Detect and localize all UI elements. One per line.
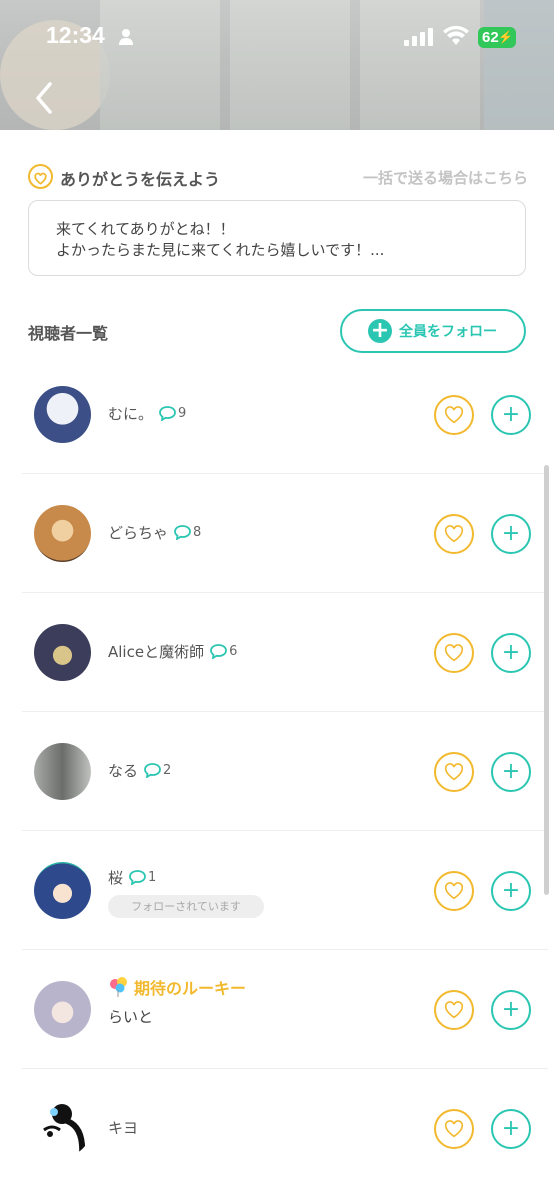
scrollbar[interactable] xyxy=(544,465,549,895)
viewer-row[interactable]: 桜 1 フォローされています + xyxy=(22,831,548,950)
follow-button[interactable]: + xyxy=(491,395,531,435)
rookie-label: 期待のルーキー xyxy=(134,979,247,998)
comment-icon xyxy=(174,525,191,540)
charging-icon: ⚡ xyxy=(498,30,513,44)
comment-icon xyxy=(129,870,146,885)
viewer-name-line: 桜 1 xyxy=(108,867,156,888)
comment-count: 8 xyxy=(193,525,202,540)
battery-level: 62 xyxy=(482,29,499,46)
viewer-name-line: どらちゃ 8 xyxy=(108,522,201,543)
viewer-name: Aliceと魔術師 xyxy=(108,643,205,661)
status-bar: 12:34 62 ⚡ xyxy=(0,0,554,72)
plus-icon: + xyxy=(368,319,392,343)
viewer-row[interactable]: なる 2 + xyxy=(22,712,548,831)
avatar[interactable] xyxy=(34,981,91,1038)
heart-button[interactable] xyxy=(434,871,474,911)
heart-button[interactable] xyxy=(434,752,474,792)
heart-button[interactable] xyxy=(434,514,474,554)
viewer-name-line: Aliceと魔術師 6 xyxy=(108,641,237,662)
heart-button[interactable] xyxy=(434,990,474,1030)
cellular-signal-icon xyxy=(404,28,433,46)
viewers-list-title: 視聴者一覧 xyxy=(28,324,109,343)
viewer-name: キヨ xyxy=(108,1119,139,1137)
heart-icon xyxy=(28,164,53,189)
rookie-line: 期待のルーキー xyxy=(108,975,246,999)
message-line: 来てくれてありがとね！！ xyxy=(56,220,235,238)
viewer-name-line: キヨ xyxy=(108,1117,138,1138)
heart-button[interactable] xyxy=(434,633,474,673)
viewer-name-line: なる 2 xyxy=(108,760,171,781)
comment-count: 1 xyxy=(148,870,157,885)
follow-button[interactable]: + xyxy=(491,1109,531,1149)
thanks-header: ありがとうを伝えよう 一括で送る場合はこちら xyxy=(28,164,528,190)
viewer-name: 桜 xyxy=(108,869,124,887)
follow-button[interactable]: + xyxy=(491,871,531,911)
avatar[interactable] xyxy=(34,743,91,800)
comment-icon xyxy=(210,644,227,659)
avatar[interactable] xyxy=(34,1100,91,1157)
viewer-name-line: むに。 9 xyxy=(108,403,186,424)
heart-button[interactable] xyxy=(434,1109,474,1149)
comment-count: 2 xyxy=(163,763,172,778)
viewer-row[interactable]: どらちゃ 8 + xyxy=(22,474,548,593)
follow-button[interactable]: + xyxy=(491,990,531,1030)
battery-indicator: 62 ⚡ xyxy=(478,27,516,48)
thanks-message-field[interactable]: 来てくれてありがとね！！ よかったらまた見に来てくれたら嬉しいです！... xyxy=(28,200,526,276)
wifi-icon xyxy=(443,26,469,45)
back-button[interactable] xyxy=(30,78,60,118)
viewer-name: なる xyxy=(108,762,139,780)
comment-icon xyxy=(159,406,176,421)
viewer-row[interactable]: むに。 9 + xyxy=(22,355,548,474)
avatar[interactable] xyxy=(34,624,91,681)
followed-badge: フォローされています xyxy=(108,895,264,918)
thanks-title: ありがとうを伝えよう xyxy=(60,170,221,189)
viewer-name: どらちゃ xyxy=(108,524,169,542)
message-line: よかったらまた見に来てくれたら嬉しいです！... xyxy=(56,241,385,259)
follow-all-button[interactable]: + 全員をフォロー xyxy=(340,309,526,353)
comment-icon xyxy=(144,763,161,778)
viewer-name: むに。 xyxy=(108,405,154,423)
viewer-row[interactable]: 期待のルーキー らいと + xyxy=(22,950,548,1069)
balloon-icon xyxy=(110,977,127,997)
comment-count: 9 xyxy=(178,406,187,421)
avatar[interactable] xyxy=(34,505,91,562)
heart-button[interactable] xyxy=(434,395,474,435)
viewer-row[interactable]: キヨ + xyxy=(22,1069,548,1188)
person-icon xyxy=(119,29,133,45)
bulk-send-link[interactable]: 一括で送る場合はこちら xyxy=(363,167,528,188)
follow-all-label: 全員をフォロー xyxy=(399,324,497,340)
status-time: 12:34 xyxy=(46,22,105,48)
follow-button[interactable]: + xyxy=(491,514,531,554)
avatar[interactable] xyxy=(34,386,91,443)
avatar[interactable] xyxy=(34,862,91,919)
comment-count: 6 xyxy=(229,644,238,659)
follow-button[interactable]: + xyxy=(491,752,531,792)
viewer-name: らいと xyxy=(108,1008,154,1026)
follow-button[interactable]: + xyxy=(491,633,531,673)
viewer-row[interactable]: Aliceと魔術師 6 + xyxy=(22,593,548,712)
